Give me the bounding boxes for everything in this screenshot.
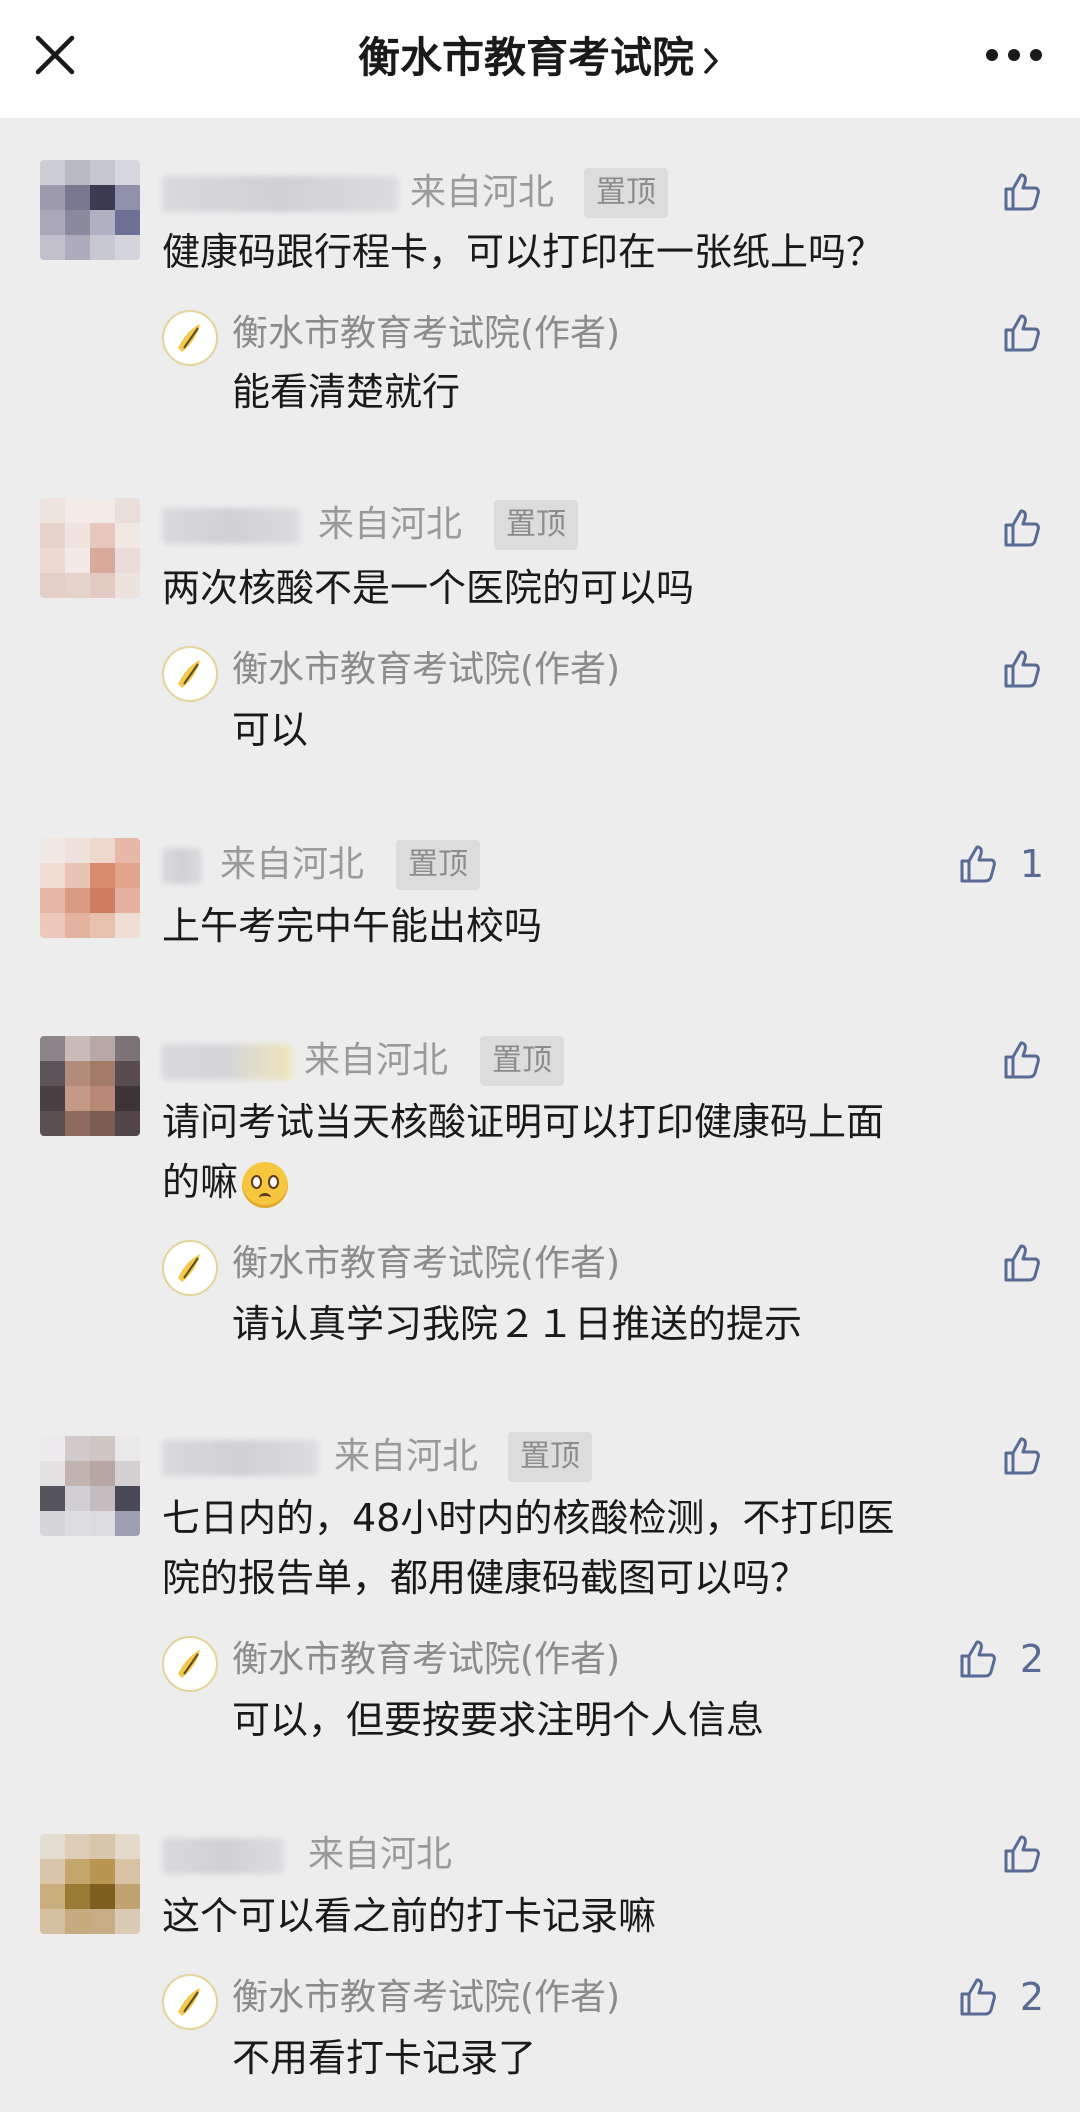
- thumbs-up-icon: [1004, 1437, 1040, 1475]
- comment-text: 两次核酸不是一个医院的可以吗: [162, 566, 695, 610]
- chevron-right-icon: [704, 47, 718, 74]
- page-title: 衡水市教育考试院: [357, 33, 694, 82]
- comment-text: 健康码跟行程卡，可以打印在一张纸上吗？: [162, 230, 885, 274]
- reply-like-button[interactable]: 2: [954, 1634, 1044, 1684]
- user-name-blurred[interactable]: [162, 1440, 318, 1476]
- author-name[interactable]: 衡水市教育考试院(作者): [232, 309, 620, 359]
- author-name[interactable]: 衡水市教育考试院(作者): [232, 1973, 620, 2023]
- author-name[interactable]: 衡水市教育考试院(作者): [232, 1239, 620, 1289]
- like-button[interactable]: [998, 1035, 1044, 1085]
- location-label: 来自河北: [304, 1040, 449, 1081]
- author-logo[interactable]: [162, 1636, 218, 1692]
- thumbs-up-icon: [1004, 1244, 1040, 1282]
- reply-like-button[interactable]: [998, 1238, 1044, 1288]
- thumbs-up-icon: [1004, 1835, 1040, 1873]
- thumbs-up-icon: [1004, 509, 1040, 547]
- comment-text: 请问考试当天核酸证明可以打印健康码上面 的嘛: [162, 1092, 1042, 1212]
- top-bar: 衡水市教育考试院: [0, 0, 1080, 118]
- thumbs-up-icon: [960, 1978, 996, 2016]
- avatar[interactable]: [40, 1436, 140, 1536]
- like-button[interactable]: [998, 503, 1044, 553]
- author-logo[interactable]: [162, 310, 218, 366]
- comment-text: 七日内的，48小时内的核酸检测，不打印医 院的报告单，都用健康码截图可以吗？: [162, 1488, 1042, 1608]
- thumbs-up-icon: [1004, 173, 1040, 211]
- author-logo[interactable]: [162, 1240, 218, 1296]
- like-button[interactable]: [998, 1829, 1044, 1879]
- author-name[interactable]: 衡水市教育考试院(作者): [232, 1635, 620, 1685]
- like-button[interactable]: 1: [954, 839, 1044, 889]
- thumbs-up-icon: [1004, 650, 1040, 688]
- more-icon[interactable]: [984, 40, 1044, 70]
- comment-text: 上午考完中午能出校吗: [162, 904, 543, 948]
- avatar[interactable]: [40, 1036, 140, 1136]
- comment-text-line: 的嘛: [162, 1160, 239, 1204]
- reply-text: 可以: [232, 708, 309, 752]
- thumbs-up-icon: [1004, 314, 1040, 352]
- pinned-badge: 置顶: [508, 1432, 592, 1482]
- thumbs-up-icon: [1004, 1041, 1040, 1079]
- avatar[interactable]: [40, 838, 140, 938]
- user-name-blurred[interactable]: [162, 1838, 284, 1874]
- reply-text: 请认真学习我院２１日推送的提示: [232, 1302, 803, 1346]
- reply-text: 不用看打卡记录了: [232, 2036, 537, 2080]
- location-label: 来自河北: [318, 504, 463, 545]
- pinned-badge: 置顶: [396, 840, 480, 890]
- author-name[interactable]: 衡水市教育考试院(作者): [232, 645, 620, 695]
- pinned-badge: 置顶: [494, 500, 578, 550]
- user-name-blurred[interactable]: [162, 176, 398, 212]
- location-label: 来自河北: [308, 1834, 453, 1875]
- comment-text-line: 请问考试当天核酸证明可以打印健康码上面: [162, 1100, 885, 1144]
- thumbs-up-icon: [960, 1640, 996, 1678]
- comment-text-line: 七日内的，48小时内的核酸检测，不打印医: [162, 1496, 895, 1540]
- eye-roll-emoji-icon: [242, 1161, 289, 1208]
- like-button[interactable]: [998, 167, 1044, 217]
- like-count: 2: [1019, 1975, 1044, 2019]
- avatar[interactable]: [40, 498, 140, 598]
- page-title-link[interactable]: 衡水市教育考试院: [0, 28, 1080, 88]
- like-count: 1: [1019, 842, 1044, 886]
- comment-text-line-2: 的嘛: [162, 1152, 1042, 1212]
- reply-text: 可以，但要按要求注明个人信息: [232, 1698, 765, 1742]
- user-name-blurred[interactable]: [162, 1044, 292, 1080]
- comment-text-line: 院的报告单，都用健康码截图可以吗？: [162, 1556, 809, 1600]
- author-logo[interactable]: [162, 646, 218, 702]
- user-name-blurred[interactable]: [162, 508, 300, 544]
- reply-text: 能看清楚就行: [232, 370, 461, 414]
- reply-like-button[interactable]: [998, 644, 1044, 694]
- like-count: 2: [1019, 1637, 1044, 1681]
- pinned-badge: 置顶: [480, 1036, 564, 1086]
- like-button[interactable]: [998, 1431, 1044, 1481]
- author-logo[interactable]: [162, 1974, 218, 2030]
- user-name-blurred[interactable]: [162, 848, 202, 884]
- location-label: 来自河北: [220, 844, 365, 885]
- location-label: 来自河北: [334, 1436, 479, 1477]
- pinned-badge: 置顶: [584, 168, 668, 218]
- reply-like-button[interactable]: [998, 308, 1044, 358]
- reply-like-button[interactable]: 2: [954, 1972, 1044, 2022]
- comment-text: 这个可以看之前的打卡记录嘛: [162, 1894, 657, 1938]
- location-label: 来自河北: [410, 172, 555, 213]
- thumbs-up-icon: [960, 845, 996, 883]
- avatar[interactable]: [40, 1834, 140, 1934]
- avatar[interactable]: [40, 160, 140, 260]
